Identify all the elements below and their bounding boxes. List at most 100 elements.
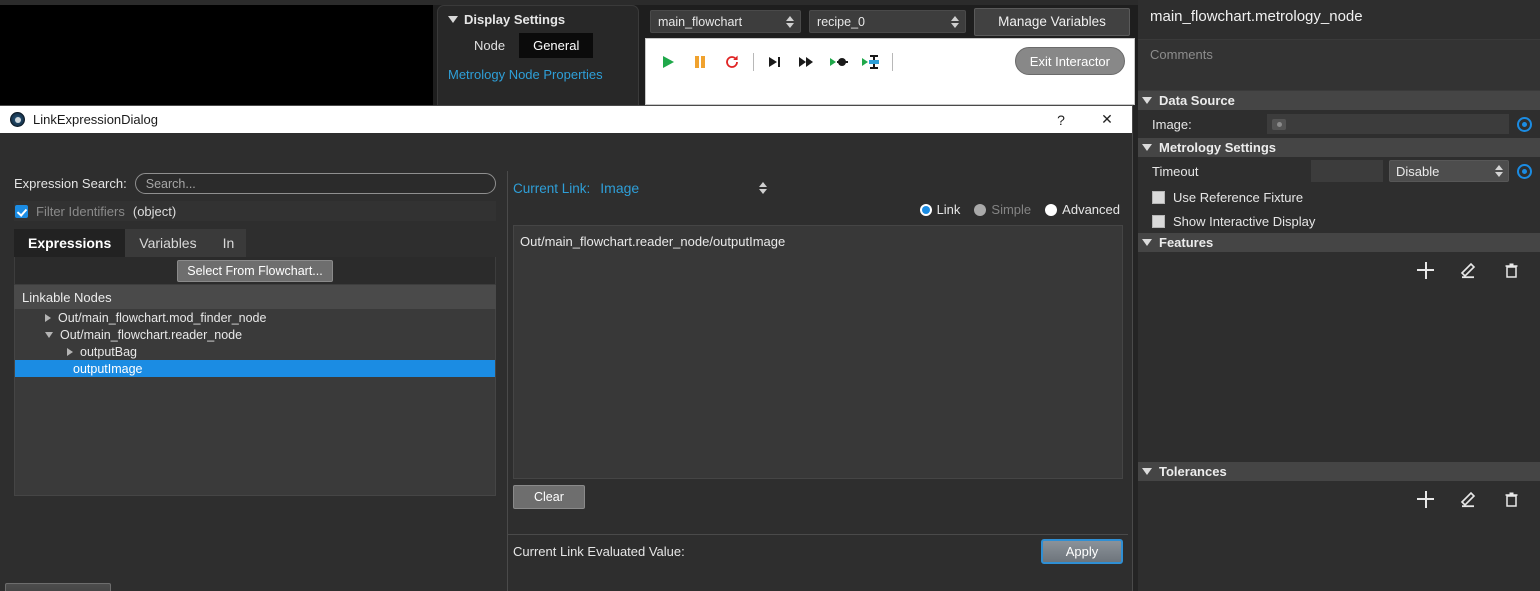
flowchart-select[interactable]: main_flowchart — [650, 10, 802, 33]
filter-identifiers-label: Filter Identifiers — [36, 203, 125, 219]
tab-variables[interactable]: Variables — [125, 229, 211, 257]
flowchart-viewport[interactable] — [0, 5, 433, 105]
radio-advanced-label: Advanced — [1062, 202, 1120, 217]
section-features-label: Features — [1159, 235, 1214, 250]
tab-in[interactable]: In — [210, 229, 247, 257]
linkable-nodes-tree[interactable]: Out/main_flowchart.mod_finder_node Out/m… — [14, 309, 496, 496]
current-link-spinner-icon[interactable] — [759, 182, 768, 194]
select-from-flowchart-button[interactable]: Select From Flowchart... — [177, 259, 333, 282]
current-link-value[interactable]: Image — [600, 180, 639, 196]
radio-link-label: Link — [936, 202, 961, 217]
run-toolbar: Exit Interactor — [645, 38, 1135, 105]
tree-item[interactable]: Out/main_flowchart.reader_node — [15, 326, 495, 343]
play-icon[interactable] — [652, 49, 684, 75]
timeout-value-field[interactable] — [1311, 160, 1383, 182]
metrology-node-properties-link[interactable]: Metrology Node Properties — [438, 58, 638, 83]
radio-link[interactable]: Link — [919, 202, 961, 217]
tree-item[interactable]: outputBag — [15, 343, 495, 360]
chevron-down-icon[interactable] — [45, 331, 53, 338]
tree-item-label: Out/main_flowchart.mod_finder_node — [58, 310, 267, 325]
chevron-updown-icon — [786, 15, 795, 28]
page-title: main_flowchart.metrology_node — [1150, 8, 1363, 25]
step-over-icon[interactable] — [791, 49, 823, 75]
image-field[interactable] — [1267, 114, 1509, 134]
dialog-title-bar[interactable]: LinkExpressionDialog ? ✕ — [0, 106, 1132, 133]
evaluated-value-bar: Current Link Evaluated Value: Apply — [508, 534, 1128, 568]
comments-field[interactable]: Comments — [1138, 39, 1540, 91]
radio-simple[interactable]: Simple — [974, 202, 1031, 217]
camera-icon — [1272, 118, 1286, 130]
add-icon[interactable] — [1417, 262, 1434, 279]
edit-icon[interactable] — [1460, 491, 1477, 508]
apply-button[interactable]: Apply — [1041, 539, 1123, 564]
section-data-source[interactable]: Data Source — [1138, 91, 1540, 110]
tree-item-selected[interactable]: outputImage — [15, 360, 495, 377]
browser-tabs: Expressions Variables In — [14, 229, 496, 257]
link-target-icon[interactable] — [1517, 116, 1532, 132]
section-metrology-settings-label: Metrology Settings — [1159, 140, 1277, 155]
chevron-right-icon[interactable] — [67, 347, 73, 356]
use-reference-fixture-row[interactable]: Use Reference Fixture — [1138, 185, 1540, 209]
collapse-triangle-icon[interactable] — [448, 16, 458, 23]
show-interactive-display-row[interactable]: Show Interactive Display — [1138, 209, 1540, 233]
delete-icon[interactable] — [1503, 262, 1520, 279]
show-interactive-display-checkbox[interactable] — [1152, 214, 1165, 228]
radio-simple-label: Simple — [991, 202, 1032, 217]
manage-variables-button[interactable]: Manage Variables — [974, 7, 1130, 36]
app-root: Display Settings Node General Metrology … — [0, 0, 1540, 591]
search-input[interactable] — [134, 173, 496, 194]
expression-browser: Expression Search: Filter Identifiers (o… — [14, 173, 496, 496]
radio-simple-indicator — [974, 203, 987, 216]
timeout-mode-value: Disable — [1396, 163, 1440, 179]
edit-icon[interactable] — [1460, 262, 1477, 279]
radio-advanced-indicator — [1045, 203, 1058, 216]
display-settings-header[interactable]: Display Settings — [438, 6, 638, 31]
expression-search-label: Expression Search: — [14, 176, 127, 191]
help-button[interactable]: ? — [1038, 106, 1084, 133]
link-target-icon[interactable] — [1517, 163, 1532, 179]
timeout-row: Timeout Disable — [1138, 157, 1540, 185]
chevron-updown-icon — [1495, 165, 1503, 177]
section-tolerances[interactable]: Tolerances — [1138, 462, 1540, 481]
use-reference-fixture-checkbox[interactable] — [1152, 190, 1165, 204]
clear-button[interactable]: Clear — [513, 485, 585, 509]
recipe-select[interactable]: recipe_0 — [809, 10, 966, 33]
link-expression-dialog: LinkExpressionDialog ? ✕ Expression Sear… — [0, 105, 1133, 591]
run-toolbar-icons — [646, 39, 904, 85]
flowchart-selector-bar: main_flowchart recipe_0 Manage Variables — [645, 5, 1135, 38]
select-from-flowchart-bar: Select From Flowchart... — [14, 257, 496, 285]
remove-link-button[interactable]: Remove Link — [5, 583, 111, 591]
step-into-icon[interactable] — [759, 49, 791, 75]
collapse-triangle-icon — [1142, 97, 1152, 104]
tree-item-label: outputBag — [80, 344, 137, 359]
close-button[interactable]: ✕ — [1084, 106, 1130, 133]
mode-radio-group: Link Simple Advanced — [508, 196, 1128, 217]
run-to-breakpoint-icon[interactable] — [855, 49, 887, 75]
tab-node[interactable]: Node — [460, 33, 519, 58]
tab-expressions[interactable]: Expressions — [14, 229, 126, 257]
current-link-row: Current Link: Image — [508, 171, 1128, 196]
tree-item-label: outputImage — [73, 361, 143, 376]
expression-editor[interactable]: Out/main_flowchart.reader_node/outputIma… — [513, 225, 1123, 479]
section-features[interactable]: Features — [1138, 233, 1540, 252]
timeout-mode-select[interactable]: Disable — [1389, 160, 1509, 182]
run-to-node-icon[interactable] — [823, 49, 855, 75]
chevron-right-icon[interactable] — [45, 313, 51, 322]
tolerances-body — [1138, 481, 1540, 527]
filter-identifiers-checkbox[interactable] — [15, 204, 28, 218]
use-reference-fixture-label: Use Reference Fixture — [1173, 189, 1304, 205]
filter-type-text: (object) — [132, 203, 177, 219]
tree-item[interactable]: Out/main_flowchart.mod_finder_node — [15, 309, 495, 326]
radio-advanced[interactable]: Advanced — [1045, 202, 1120, 217]
collapse-triangle-icon — [1142, 468, 1152, 475]
exit-interactor-button[interactable]: Exit Interactor — [1014, 47, 1125, 75]
toolbar-divider — [753, 53, 754, 71]
delete-icon[interactable] — [1503, 491, 1520, 508]
tab-general[interactable]: General — [519, 33, 594, 58]
pause-icon[interactable] — [684, 49, 716, 75]
evaluated-value-label: Current Link Evaluated Value: — [513, 544, 685, 559]
section-metrology-settings[interactable]: Metrology Settings — [1138, 138, 1540, 157]
image-label: Image: — [1152, 116, 1192, 132]
add-icon[interactable] — [1417, 491, 1434, 508]
reset-icon[interactable] — [716, 49, 748, 75]
